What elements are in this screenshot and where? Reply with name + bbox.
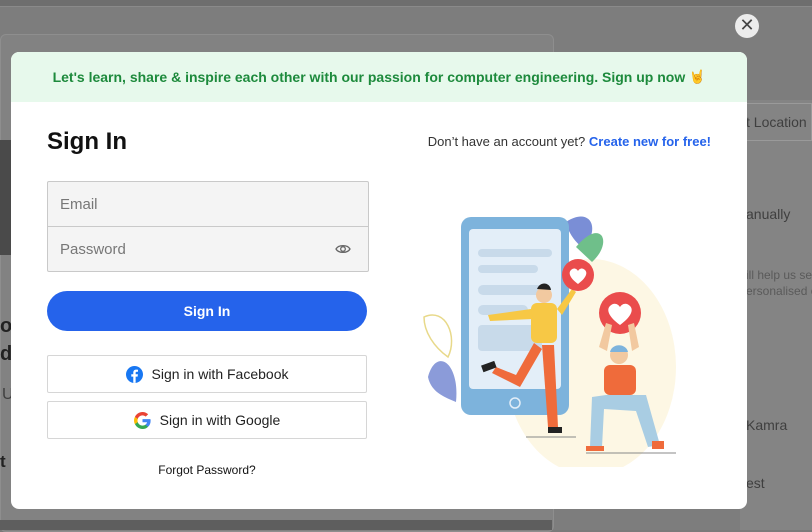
facebook-signin-label: Sign in with Facebook [151, 366, 289, 382]
signup-prompt-text: Don’t have an account yet? [427, 134, 586, 149]
background-label: anually [746, 206, 791, 222]
background-label: t Location [746, 114, 807, 130]
facebook-icon [125, 365, 143, 383]
background-label: ill help us se [746, 268, 812, 282]
google-signin-label: Sign in with Google [159, 412, 281, 428]
background-right-panel [740, 100, 812, 530]
forgot-password-link[interactable]: Forgot Password? [47, 463, 367, 477]
password-field[interactable] [48, 227, 368, 271]
eye-icon[interactable] [335, 242, 351, 256]
banner-text: Let's learn, share & inspire each other … [52, 69, 686, 85]
background-label: ersonalised c [746, 284, 812, 298]
close-icon[interactable]: ✕ [735, 14, 759, 38]
password-row [48, 227, 368, 271]
create-account-link[interactable]: Create new for free! [589, 134, 711, 149]
signin-modal: Let's learn, share & inspire each other … [11, 52, 747, 509]
page-title: Sign In [47, 128, 127, 155]
facebook-signin-button[interactable]: Sign in with Facebook [47, 355, 367, 393]
google-signin-button[interactable]: Sign in with Google [47, 401, 367, 439]
signin-button[interactable]: Sign In [47, 291, 367, 331]
credentials-form [47, 181, 369, 272]
leaf-outline [423, 314, 453, 359]
background-label: est [746, 475, 765, 491]
background-bottom-image [0, 520, 552, 530]
promo-banner: Let's learn, share & inspire each other … [11, 52, 747, 102]
social-love-illustration [423, 216, 676, 467]
email-field[interactable] [48, 182, 368, 226]
google-icon [133, 411, 151, 429]
background-label: Kamra [746, 417, 788, 433]
background-topbar [0, 0, 812, 7]
signup-prompt: Don’t have an account yet? Create new fo… [428, 134, 711, 149]
leaf-shape [428, 361, 457, 402]
rock-hand-icon: 🤘 [689, 69, 706, 84]
